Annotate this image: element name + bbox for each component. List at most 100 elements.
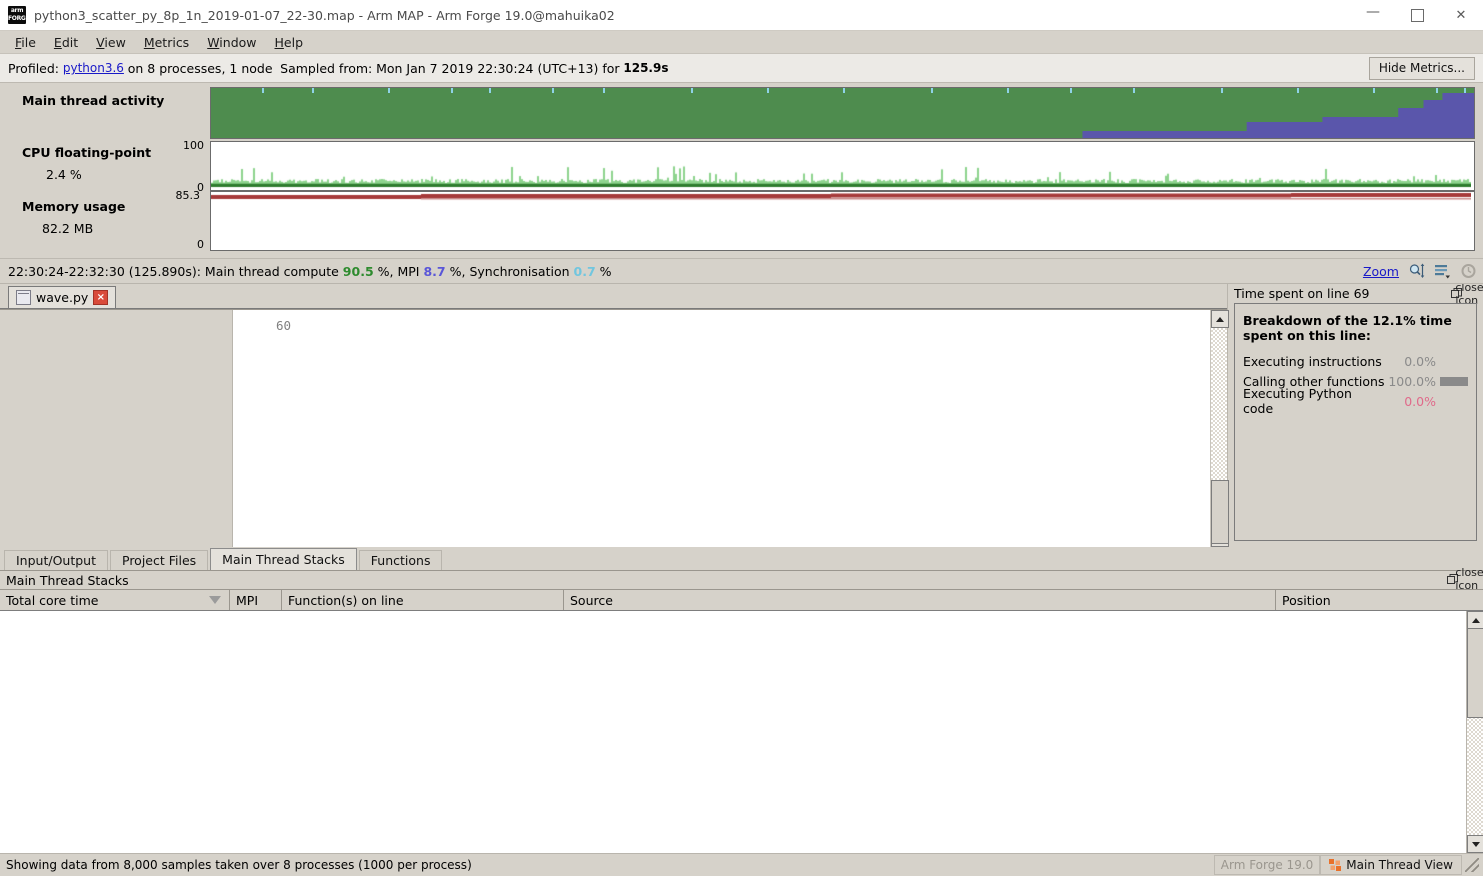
tab-functions[interactable]: Functions <box>359 550 443 570</box>
menu-view[interactable]: View <box>87 33 135 52</box>
source-tab-strip: wave.py × <box>0 284 1227 309</box>
close-icon[interactable]: close-icon <box>1464 572 1479 586</box>
file-tab-label: wave.py <box>36 290 88 305</box>
cpu-chart-canvas <box>211 142 1471 188</box>
mpi-label: , MPI <box>390 264 420 279</box>
window-title: python3_scatter_py_8p_1n_2019-01-07_22-3… <box>34 8 1351 23</box>
scrollbar-thumb[interactable] <box>1467 628 1483 718</box>
profiled-label: Profiled: <box>8 61 59 76</box>
menu-metrics[interactable]: Metrics <box>135 33 198 52</box>
maximize-button[interactable] <box>1395 1 1439 30</box>
zoom-fit-icon[interactable] <box>1408 263 1425 279</box>
mpi-percent: 8.7 <box>423 264 445 279</box>
status-text: Showing data from 8,000 samples taken ov… <box>6 858 472 872</box>
breakdown-bar-python <box>1440 397 1468 406</box>
arm-map-window: armFORGE python3_scatter_py_8p_1n_2019-0… <box>0 0 1483 876</box>
menu-edit[interactable]: Edit <box>45 33 87 52</box>
source-vertical-scrollbar[interactable] <box>1210 310 1227 547</box>
source-line-numbers: 60 <box>233 310 299 547</box>
scroll-up-button[interactable] <box>1467 611 1483 629</box>
column-label-total-core-time: Total core time <box>6 593 98 608</box>
pct-sign-2: % <box>450 264 462 279</box>
stacks-col-total-core-time <box>0 611 230 853</box>
metric-name-memory: Memory usage <box>22 199 125 214</box>
sync-label: , Synchronisation <box>462 264 570 279</box>
window-controls: — ✕ <box>1351 0 1483 33</box>
scroll-up-button[interactable] <box>1211 310 1229 328</box>
metric-value-cpu: 2.4 % <box>46 167 82 182</box>
sampled-from-label: Sampled from: <box>280 61 372 76</box>
pct-sign-3: % <box>600 264 612 279</box>
hide-metrics-button[interactable]: Hide Metrics... <box>1369 57 1475 80</box>
column-header-total-core-time[interactable]: Total core time <box>0 590 230 610</box>
close-button[interactable]: ✕ <box>1439 1 1483 30</box>
middle-area: wave.py × 60 Time spent on line 69 <box>0 284 1483 547</box>
stacks-col-functions <box>282 611 564 853</box>
view-mode-badge[interactable]: Main Thread View <box>1320 855 1462 875</box>
stacks-rows <box>0 611 1483 853</box>
breakdown-pct-instructions: 0.0% <box>1386 354 1436 369</box>
column-header-position[interactable]: Position <box>1276 590 1466 610</box>
profiled-processes: on 8 processes, 1 node <box>128 61 273 76</box>
zoom-link[interactable]: Zoom <box>1363 264 1399 279</box>
metric-charts <box>210 83 1483 258</box>
time-spent-dock: Time spent on line 69 close-icon Breakdo… <box>1227 284 1483 547</box>
timeline-tools: Zoom <box>1363 259 1477 283</box>
column-label-functions: Function(s) on line <box>288 593 404 608</box>
source-gutter-sparklines <box>0 310 233 547</box>
stacks-dock-controls: close-icon <box>1445 572 1479 586</box>
arrow-down-icon <box>1472 842 1480 847</box>
stacks-vertical-scrollbar[interactable] <box>1466 611 1483 853</box>
compute-percent: 90.5 <box>343 264 374 279</box>
tab-input-output[interactable]: Input/Output <box>4 550 108 570</box>
metric-value-memory: 82.2 MB <box>42 221 93 236</box>
metric-labels: Main thread activity CPU floating-point … <box>0 83 210 258</box>
minimize-button[interactable]: — <box>1351 0 1395 33</box>
line-number: 60 <box>233 318 291 333</box>
menu-help[interactable]: Help <box>266 33 313 52</box>
python-file-icon <box>16 290 31 305</box>
column-header-functions[interactable]: Function(s) on line <box>282 590 564 610</box>
column-label-position: Position <box>1282 593 1331 608</box>
resize-grip-icon[interactable] <box>1465 858 1479 872</box>
arm-view-icon <box>1329 859 1341 871</box>
scrollbar-thumb[interactable] <box>1211 480 1229 544</box>
file-tab-wave-py[interactable]: wave.py × <box>8 286 116 308</box>
list-view-icon[interactable] <box>1434 263 1451 279</box>
dock-title-bar: Time spent on line 69 close-icon <box>1228 284 1483 303</box>
status-bar-right: Arm Forge 19.0 Main Thread View <box>1214 855 1479 875</box>
main-thread-stacks-table: Total core time MPI Function(s) on line … <box>0 589 1483 853</box>
column-label-mpi: MPI <box>236 593 258 608</box>
source-code-pane: wave.py × 60 <box>0 284 1227 547</box>
close-icon[interactable]: close-icon <box>1464 287 1479 301</box>
menu-bar: File Edit View Metrics Window Help <box>0 31 1483 54</box>
arrow-up-icon <box>1472 618 1480 623</box>
sort-descending-icon <box>209 596 221 604</box>
breakdown-row-python: Executing Python code 0.0% <box>1243 391 1468 411</box>
source-code-text[interactable] <box>299 310 1210 547</box>
memory-usage-chart[interactable] <box>210 191 1475 251</box>
file-tab-close-icon[interactable]: × <box>93 290 108 305</box>
history-icon[interactable] <box>1460 263 1477 279</box>
breakdown-label-python: Executing Python code <box>1243 386 1386 416</box>
profiled-target-link[interactable]: python3.6 <box>63 61 124 75</box>
scroll-down-button[interactable] <box>1467 835 1483 853</box>
stacks-panel-title: Main Thread Stacks <box>6 573 129 588</box>
arm-forge-icon: armFORGE <box>8 6 26 24</box>
stacks-col-mpi <box>230 611 282 853</box>
breakdown-bar-instructions <box>1440 357 1468 366</box>
stacks-column-headers: Total core time MPI Function(s) on line … <box>0 590 1483 611</box>
main-thread-activity-chart[interactable] <box>210 87 1475 139</box>
column-header-source[interactable]: Source <box>564 590 1276 610</box>
menu-window[interactable]: Window <box>198 33 265 52</box>
cpu-floating-point-chart[interactable] <box>210 141 1475 191</box>
memory-chart-canvas <box>211 192 1471 248</box>
metric-name-cpu: CPU floating-point <box>22 145 151 160</box>
tab-main-thread-stacks[interactable]: Main Thread Stacks <box>210 548 357 570</box>
dock-body: Breakdown of the 12.1% time spent on thi… <box>1234 303 1477 541</box>
column-header-mpi[interactable]: MPI <box>230 590 282 610</box>
menu-file[interactable]: File <box>6 33 45 52</box>
tab-project-files[interactable]: Project Files <box>110 550 208 570</box>
breakdown-pct-python: 0.0% <box>1386 394 1436 409</box>
breakdown-row-instructions: Executing instructions 0.0% <box>1243 351 1468 371</box>
